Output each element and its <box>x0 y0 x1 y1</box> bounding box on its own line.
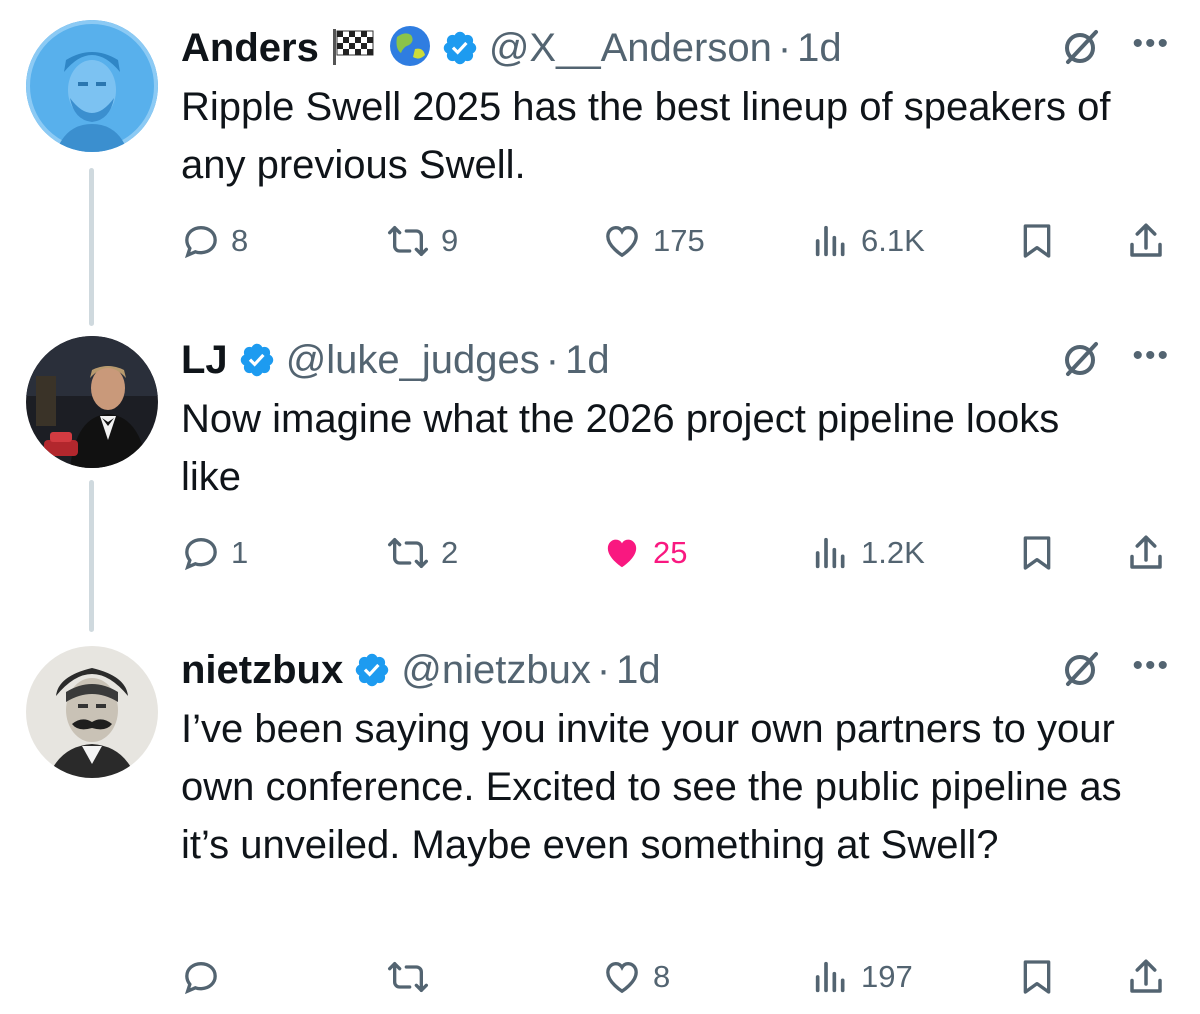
timestamp[interactable]: 1d <box>565 338 610 383</box>
repost-button[interactable] <box>385 954 441 1000</box>
more-icon[interactable]: ••• <box>1132 651 1170 681</box>
author-handle[interactable]: @X__Anderson <box>489 26 772 71</box>
like-button[interactable]: 175 <box>601 218 705 264</box>
repost-icon <box>387 962 428 992</box>
action-bar: 8 197 <box>181 954 1171 1000</box>
grok-icon[interactable] <box>1060 338 1102 380</box>
reply-icon <box>184 225 217 259</box>
reply-icon <box>184 537 217 571</box>
avatar[interactable] <box>26 20 158 152</box>
globe-emoji <box>389 25 431 72</box>
repost-count: 2 <box>441 535 459 570</box>
author-handle[interactable]: @luke_judges <box>286 338 540 383</box>
bookmark-icon <box>1023 960 1051 994</box>
views-button[interactable]: 1.2K <box>811 530 925 576</box>
share-icon <box>1130 959 1162 993</box>
reply-button[interactable]: 8 <box>181 218 248 264</box>
share-button[interactable] <box>1125 218 1167 264</box>
more-icon[interactable]: ••• <box>1132 29 1170 59</box>
views-count: 1.2K <box>861 535 925 570</box>
checkered-flag-emoji <box>331 27 377 70</box>
views-button[interactable]: 6.1K <box>811 218 925 264</box>
repost-button[interactable]: 2 <box>385 530 458 576</box>
share-button[interactable] <box>1125 530 1167 576</box>
verified-badge-icon <box>443 31 477 65</box>
reply-count: 8 <box>231 223 249 258</box>
views-icon <box>815 537 845 569</box>
bookmark-button[interactable] <box>1017 530 1057 576</box>
reply-icon <box>184 961 217 995</box>
views-button[interactable]: 197 <box>811 954 913 1000</box>
bookmark-button[interactable] <box>1017 954 1057 1000</box>
separator-dot: · <box>545 337 560 382</box>
like-count: 8 <box>653 959 671 994</box>
author-name[interactable]: nietzbux <box>181 648 343 693</box>
tweet-header: nietzbux @nietzbux · 1d <box>181 642 661 698</box>
avatar[interactable] <box>26 336 158 468</box>
views-icon <box>815 961 845 993</box>
like-button[interactable]: 25 <box>601 530 687 576</box>
reply-button[interactable] <box>181 954 231 1000</box>
tweet-text: Now imagine what the 2026 project pipeli… <box>181 397 1060 499</box>
repost-icon <box>387 538 428 568</box>
reply-count: 1 <box>231 535 249 570</box>
action-bar: 1 2 25 1.2K <box>181 530 1171 576</box>
grok-icon[interactable] <box>1060 648 1102 690</box>
tweet-nietzbux[interactable]: nietzbux @nietzbux · 1d ••• I’ve been sa… <box>0 642 1200 1014</box>
share-button[interactable] <box>1125 954 1167 1000</box>
repost-icon <box>387 226 428 256</box>
reply-button[interactable]: 1 <box>181 530 248 576</box>
author-name[interactable]: LJ <box>181 338 228 383</box>
tweet-text: I’ve been saying you invite your own par… <box>181 707 1122 867</box>
verified-badge-icon <box>356 653 389 687</box>
more-icon[interactable]: ••• <box>1132 341 1170 371</box>
author-name[interactable]: Anders <box>181 26 319 71</box>
timestamp[interactable]: 1d <box>797 26 842 71</box>
views-count: 197 <box>861 959 913 994</box>
grok-icon[interactable] <box>1060 26 1102 68</box>
share-icon <box>1130 223 1162 257</box>
like-icon <box>606 961 638 994</box>
tweet-lj[interactable]: LJ @luke_judges · 1d ••• Now imagine wha… <box>0 332 1200 592</box>
avatar[interactable] <box>26 646 158 778</box>
share-icon <box>1130 535 1162 569</box>
like-button[interactable]: 8 <box>601 954 670 1000</box>
separator-dot: · <box>777 25 792 70</box>
author-handle[interactable]: @nietzbux <box>401 648 591 693</box>
like-count: 25 <box>653 535 688 570</box>
separator-dot: · <box>596 647 611 692</box>
tweet-anders[interactable]: Anders @X__Anderson · 1d ••• Ripple Swel… <box>0 20 1200 280</box>
verified-badge-icon <box>240 343 273 377</box>
bookmark-icon <box>1023 536 1051 570</box>
views-count: 6.1K <box>861 223 925 258</box>
like-count: 175 <box>653 223 705 258</box>
action-bar: 8 9 175 6.1K <box>181 218 1171 264</box>
tweet-header: Anders @X__Anderson · 1d <box>181 20 842 76</box>
repost-count: 9 <box>441 223 459 258</box>
bookmark-button[interactable] <box>1017 218 1057 264</box>
like-icon <box>607 539 637 568</box>
views-icon <box>815 225 845 257</box>
timestamp[interactable]: 1d <box>616 648 661 693</box>
bookmark-icon <box>1023 224 1051 258</box>
tweet-text: Ripple Swell 2025 has the best lineup of… <box>181 85 1111 187</box>
like-icon <box>606 225 638 258</box>
repost-button[interactable]: 9 <box>385 218 458 264</box>
tweet-header: LJ @luke_judges · 1d <box>181 332 610 388</box>
